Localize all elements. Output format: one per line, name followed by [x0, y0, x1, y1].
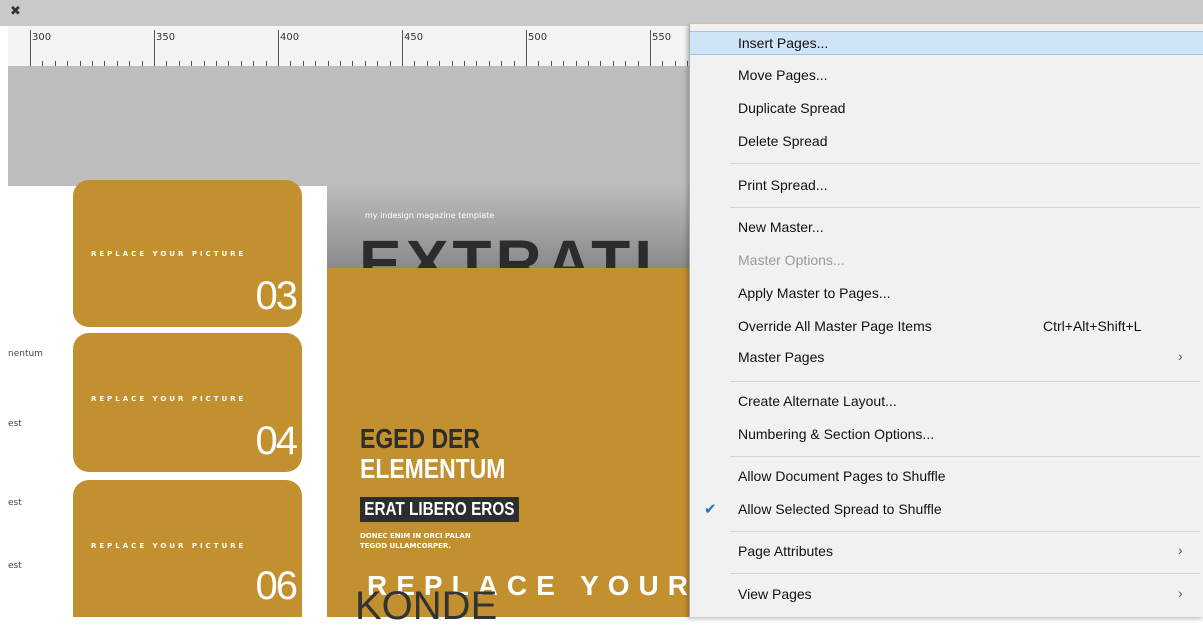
- menu-item-override-master-items[interactable]: Override All Master Page Items Ctrl+Alt+…: [690, 315, 1203, 339]
- menu-item-view-pages[interactable]: View Pages ›: [690, 583, 1203, 607]
- menu-item-label: Insert Pages...: [738, 35, 829, 51]
- chevron-right-icon: ›: [1178, 348, 1183, 364]
- menu-item-allow-document-shuffle[interactable]: Allow Document Pages to Shuffle: [690, 465, 1203, 489]
- ruler-label: 400: [280, 32, 300, 43]
- cover-subtext: TEGOD ULLAMCORPER.: [360, 542, 452, 550]
- document-tab-bar: ✖: [0, 0, 1203, 26]
- cover-masthead: EXTRATI: [359, 227, 657, 268]
- menu-separator: [730, 573, 1200, 574]
- menu-item-numbering-section-options[interactable]: Numbering & Section Options...: [690, 423, 1203, 447]
- cover-subtext: DONEC ENIM IN ORCI PALAN: [360, 532, 471, 540]
- ruler-tick: [154, 30, 155, 66]
- thumbnail-caption: REPLACE YOUR PICTURE: [91, 250, 247, 258]
- cover-header: my indesign magazine template EXTRATI: [327, 186, 698, 268]
- menu-item-delete-spread[interactable]: Delete Spread: [690, 130, 1203, 154]
- menu-item-label: Master Pages: [738, 349, 825, 365]
- menu-separator: [730, 381, 1200, 382]
- menu-item-apply-master[interactable]: Apply Master to Pages...: [690, 282, 1203, 306]
- pages-context-menu: Insert Pages... Move Pages... Duplicate …: [689, 24, 1203, 617]
- menu-item-label: Apply Master to Pages...: [738, 285, 891, 301]
- chevron-right-icon: ›: [1178, 542, 1183, 558]
- menu-item-label: Duplicate Spread: [738, 100, 846, 116]
- menu-item-label: Allow Document Pages to Shuffle: [738, 468, 946, 484]
- menu-item-label: Create Alternate Layout...: [738, 393, 897, 409]
- cover-tagline: my indesign magazine template: [365, 211, 495, 220]
- menu-item-label: Master Options...: [738, 252, 845, 268]
- thumbnail-number: 06: [255, 564, 298, 608]
- menu-item-label: Delete Spread: [738, 133, 828, 149]
- cover-headline-2: ELEMENTUM: [360, 453, 506, 484]
- menu-item-create-alternate-layout[interactable]: Create Alternate Layout...: [690, 390, 1203, 414]
- ruler-label: 350: [156, 32, 176, 43]
- ruler-tick: [30, 30, 31, 66]
- horizontal-ruler[interactable]: 300 350 400 450 500 550: [8, 26, 698, 67]
- checkmark-icon: ✔: [704, 501, 717, 518]
- menu-item-master-pages[interactable]: Master Pages ›: [690, 346, 1203, 370]
- menu-separator: [730, 531, 1200, 532]
- menu-item-duplicate-spread[interactable]: Duplicate Spread: [690, 97, 1203, 121]
- cover-headline-1: EGED DER: [360, 423, 480, 454]
- cover-headline-3: ERAT LIBERO EROS: [360, 497, 519, 522]
- chevron-right-icon: ›: [1178, 585, 1183, 601]
- menu-item-page-attributes[interactable]: Page Attributes ›: [690, 540, 1203, 564]
- ruler-tick: [402, 30, 403, 66]
- ruler-tick: [526, 30, 527, 66]
- menu-separator: [730, 163, 1200, 164]
- menu-item-label: Numbering & Section Options...: [738, 426, 935, 442]
- close-icon[interactable]: ✖: [10, 4, 21, 19]
- left-page-text: est: [8, 419, 22, 429]
- cover-page[interactable]: my indesign magazine template EXTRATI EG…: [327, 186, 749, 628]
- menu-item-print-spread[interactable]: Print Spread...: [690, 174, 1203, 198]
- ruler-label: 450: [404, 32, 424, 43]
- menu-item-shortcut: Ctrl+Alt+Shift+L: [1043, 318, 1142, 334]
- thumbnail-number: 04: [255, 419, 298, 463]
- left-page-text: nentum: [8, 349, 43, 359]
- menu-item-master-options: Master Options...: [690, 249, 1203, 273]
- menu-item-label: New Master...: [738, 219, 824, 235]
- menu-item-insert-pages[interactable]: Insert Pages...: [690, 31, 1203, 55]
- menu-item-label: Move Pages...: [738, 67, 828, 83]
- menu-item-label: Print Spread...: [738, 177, 828, 193]
- ruler-tick: [278, 30, 279, 66]
- thumbnail-caption: REPLACE YOUR PICTURE: [91, 542, 247, 550]
- thumbnail-caption: REPLACE YOUR PICTURE: [91, 395, 247, 403]
- menu-item-label: Page Attributes: [738, 543, 833, 559]
- menu-separator: [730, 456, 1200, 457]
- ruler-label: 550: [652, 32, 672, 43]
- menu-item-label: Allow Selected Spread to Shuffle: [738, 501, 942, 517]
- page-thumbnail[interactable]: REPLACE YOUR PICTURE 04: [73, 333, 302, 472]
- cover-bottom-word: KONDE: [355, 584, 498, 628]
- menu-separator: [730, 207, 1200, 208]
- page-thumbnail[interactable]: REPLACE YOUR PICTURE 03: [73, 180, 302, 327]
- menu-item-new-master[interactable]: New Master...: [690, 216, 1203, 240]
- left-page-text: est: [8, 498, 22, 508]
- thumbnail-number: 03: [255, 274, 298, 318]
- ruler-label: 300: [32, 32, 52, 43]
- menu-item-allow-spread-shuffle[interactable]: ✔ Allow Selected Spread to Shuffle: [690, 498, 1203, 522]
- menu-item-label: Override All Master Page Items: [738, 318, 932, 334]
- pasteboard[interactable]: [8, 66, 698, 186]
- ruler-tick: [650, 30, 651, 66]
- page-thumbnail[interactable]: REPLACE YOUR PICTURE 06: [73, 480, 302, 617]
- ruler-label: 500: [528, 32, 548, 43]
- menu-item-label: View Pages: [738, 586, 812, 602]
- menu-item-move-pages[interactable]: Move Pages...: [690, 64, 1203, 88]
- left-page-text: est: [8, 561, 22, 571]
